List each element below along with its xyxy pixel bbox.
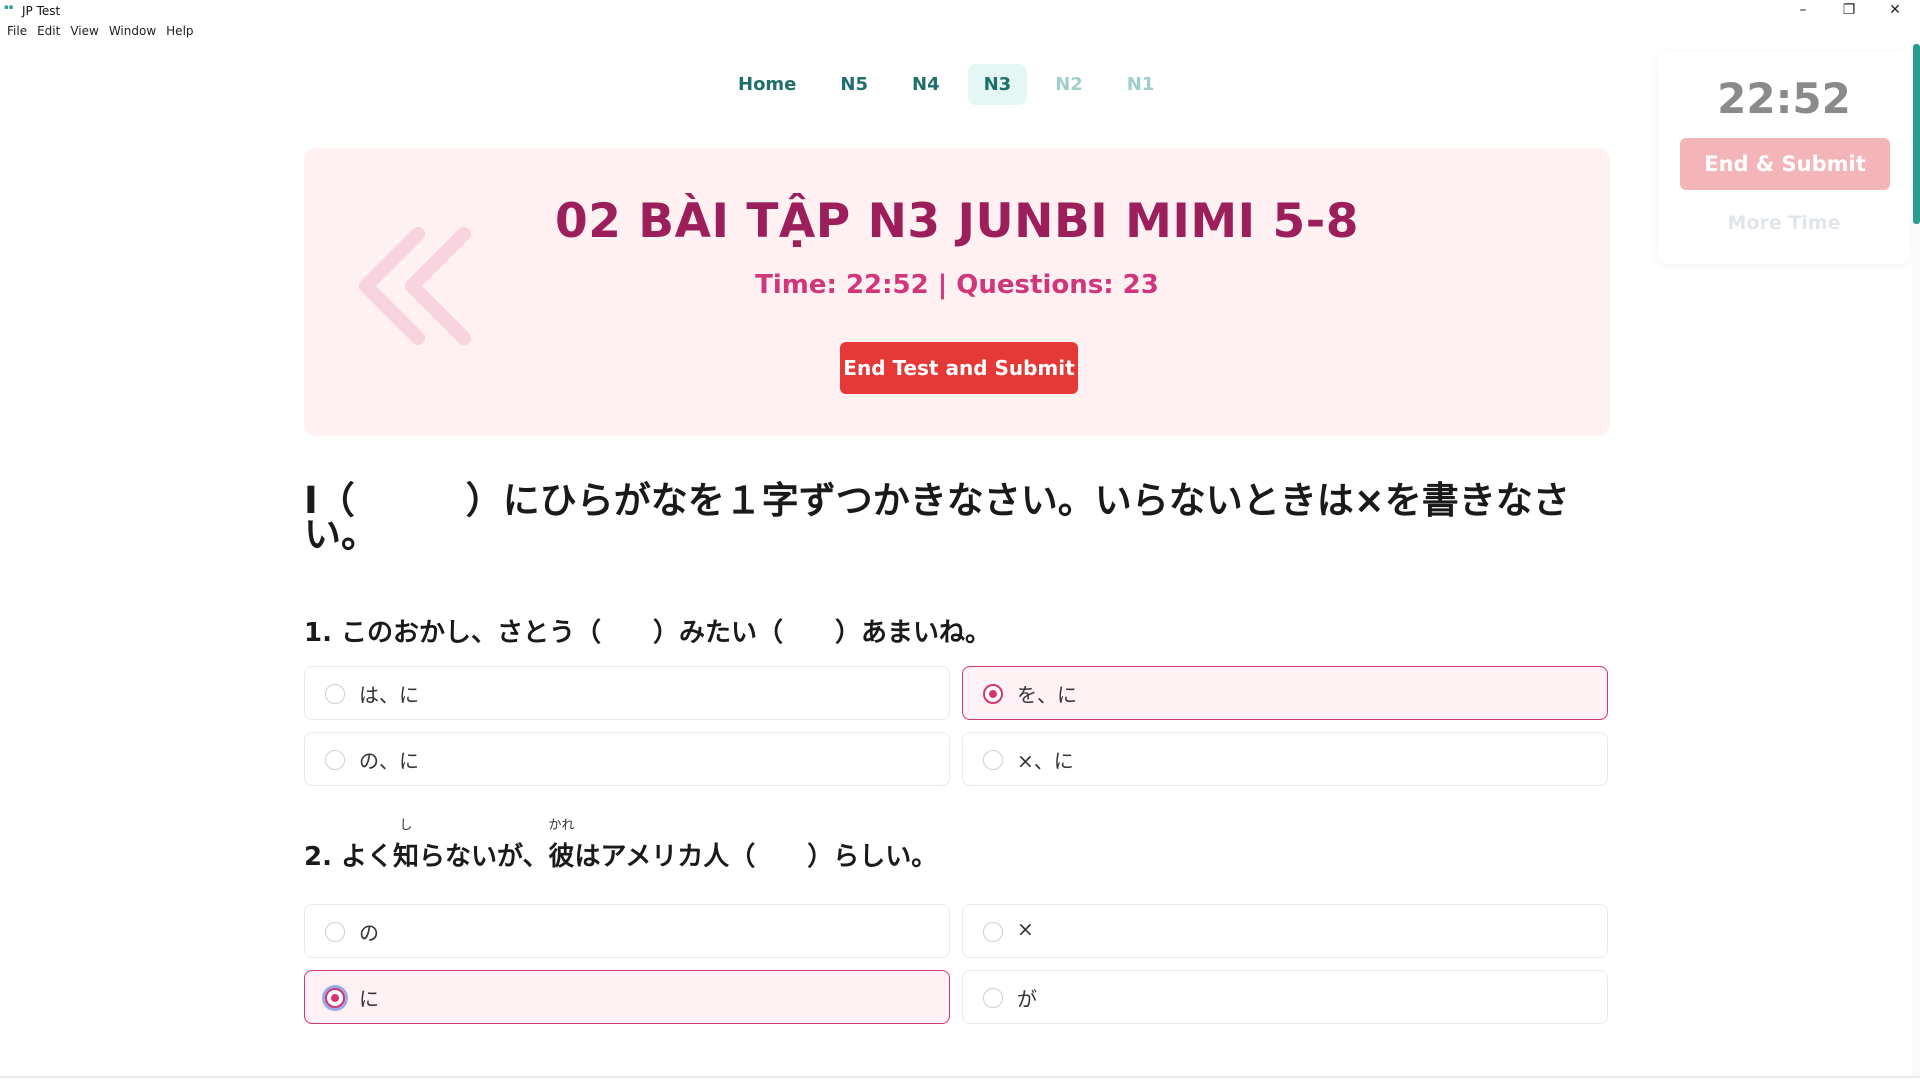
radio-button[interactable]	[325, 684, 345, 704]
radio-button[interactable]	[325, 750, 345, 770]
maximize-button[interactable]: ❐	[1826, 0, 1872, 22]
ruby-reading: かれ	[548, 818, 575, 833]
q2-option-3[interactable]: に	[304, 970, 950, 1024]
close-button[interactable]: ✕	[1872, 0, 1918, 22]
option-label: は、に	[359, 683, 419, 707]
q1-option-4[interactable]: ×、に	[962, 732, 1608, 786]
window-title: JP Test	[22, 4, 61, 18]
option-label: に	[359, 987, 379, 1011]
q1-option-2[interactable]: を、に	[962, 666, 1608, 720]
radio-button[interactable]	[983, 988, 1003, 1008]
section-heading: I（ ）にひらがなを１字ずつかきなさい。いらないときは×を書きなさい。	[304, 479, 1570, 556]
ruby-base: 知	[393, 842, 420, 872]
radio-button[interactable]	[983, 684, 1003, 704]
q1-option-1[interactable]: は、に	[304, 666, 950, 720]
level-nav: Home N5 N4 N3 N2 N1	[722, 64, 1170, 105]
question-1-text: 1. このおかし、さとう（ ）みたい（ ）あまいね。	[304, 618, 992, 648]
option-label: ×、に	[1017, 749, 1074, 773]
ruby-kare: かれ彼	[548, 818, 575, 873]
end-test-submit-button[interactable]: End Test and Submit	[840, 342, 1078, 394]
nav-n3[interactable]: N3	[967, 64, 1028, 105]
nav-n2[interactable]: N2	[1039, 64, 1099, 105]
menu-window[interactable]: Window	[104, 23, 161, 41]
menu-view[interactable]: View	[65, 23, 103, 41]
menu-bar: File Edit View Window Help	[0, 23, 199, 41]
nav-home[interactable]: Home	[722, 64, 812, 105]
q2-option-1[interactable]: の	[304, 904, 950, 958]
ruby-reading: し	[399, 818, 413, 833]
test-title: 02 BÀI TẬP N3 JUNBI MIMI 5-8	[555, 194, 1359, 249]
radio-button[interactable]	[983, 922, 1003, 942]
nav-n4[interactable]: N4	[896, 64, 956, 105]
title-bar: ▪▪ JP Test – ❐ ✕	[0, 0, 1920, 22]
ruby-shi: し知	[393, 818, 420, 873]
q1-option-3[interactable]: の、に	[304, 732, 950, 786]
bottom-divider	[0, 1076, 1920, 1078]
option-label: を、に	[1017, 683, 1077, 707]
radio-button[interactable]	[983, 750, 1003, 770]
timer-panel: 22:52 End & Submit More Time	[1658, 52, 1910, 264]
more-time-button[interactable]: More Time	[1658, 212, 1910, 234]
minimize-button[interactable]: –	[1780, 0, 1826, 22]
option-label: の	[359, 921, 379, 945]
menu-help[interactable]: Help	[161, 23, 198, 41]
test-meta: Time: 22:52 | Questions: 23	[755, 270, 1159, 300]
question-2-text-mid: らないが、	[419, 842, 549, 872]
timer-display: 22:52	[1717, 74, 1851, 123]
option-label: ×	[1017, 917, 1034, 941]
end-submit-button[interactable]: End & Submit	[1680, 138, 1890, 190]
question-2-text: 2. よくし知らないが、 かれ 彼はアメリカ人（ ）らしい。	[304, 818, 938, 873]
option-label: の、に	[359, 749, 419, 773]
ruby-base: 彼	[548, 842, 575, 872]
q2-option-4[interactable]: が	[962, 970, 1608, 1024]
nav-n5[interactable]: N5	[824, 64, 884, 105]
q2-option-2[interactable]: ×	[962, 904, 1608, 958]
app-icon: ▪▪	[4, 3, 14, 11]
scrollbar-thumb[interactable]	[1913, 44, 1920, 224]
question-2-text-end: はアメリカ人（ ）らしい。	[574, 842, 938, 872]
nav-n1[interactable]: N1	[1111, 64, 1171, 105]
test-header-card: 02 BÀI TẬP N3 JUNBI MIMI 5-8 Time: 22:52…	[304, 148, 1610, 436]
menu-edit[interactable]: Edit	[32, 23, 65, 41]
option-label: が	[1017, 987, 1037, 1011]
radio-button[interactable]	[325, 988, 345, 1008]
question-2-text-start: 2. よく	[304, 842, 394, 872]
radio-button[interactable]	[325, 922, 345, 942]
menu-file[interactable]: File	[2, 23, 32, 41]
